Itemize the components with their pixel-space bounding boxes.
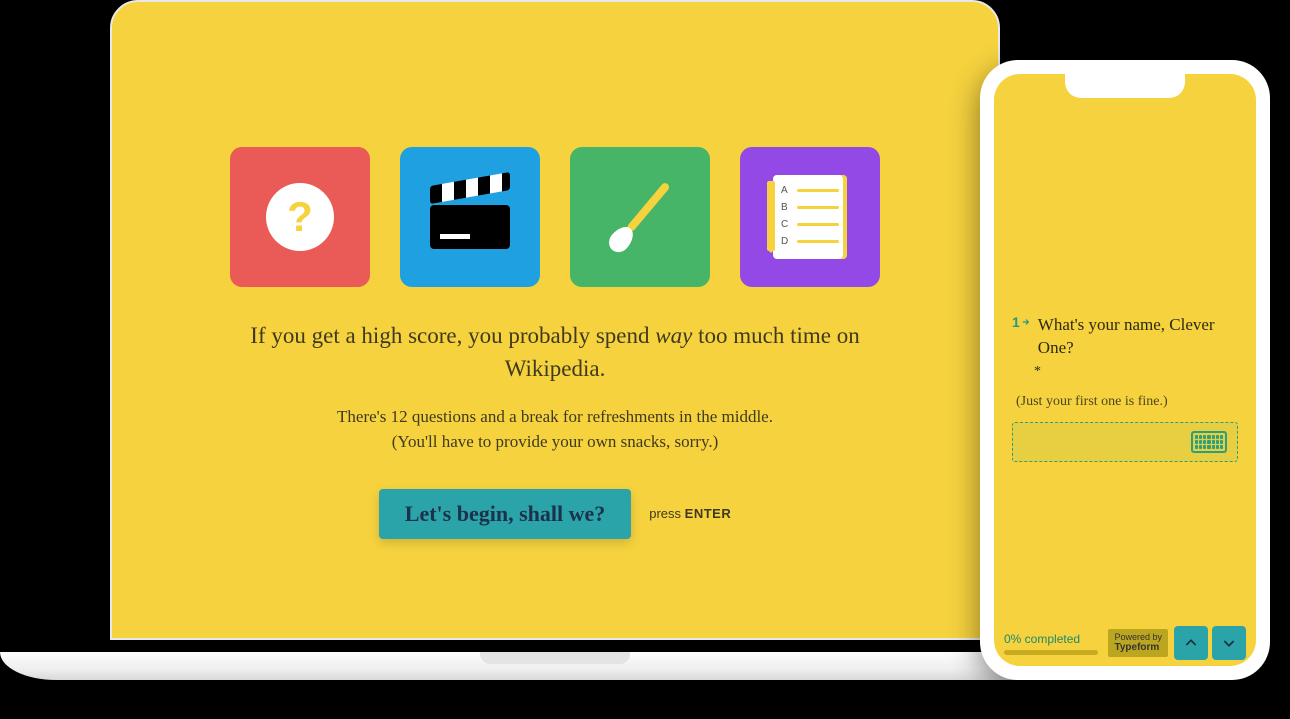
question-text: What's your name, Clever One? [1038,314,1238,360]
checklist-icon: A B C D [773,175,847,259]
arrow-right-icon [1022,318,1030,326]
headline-pre: If you get a high score, you probably sp… [250,323,655,348]
progress: 0% completed [994,632,1108,655]
laptop-screen: ? A B C D [110,0,1000,640]
phone-notch [1065,74,1185,98]
next-button[interactable] [1212,626,1246,660]
tile-checklist: A B C D [740,147,880,287]
tile-question: ? [230,147,370,287]
answer-input[interactable] [1012,422,1238,462]
progress-label: 0% completed [1004,632,1080,646]
paintbrush-icon [605,178,676,257]
headline-em: way [655,323,692,348]
icon-tile-row: ? A B C D [230,147,880,287]
phone-footer: 0% completed Powered by Typeform [994,620,1256,666]
cta-row: Let's begin, shall we? press ENTER [379,489,731,539]
headline: If you get a high score, you probably sp… [215,319,895,386]
progress-bar [1004,650,1098,655]
subcopy-line1: There's 12 questions and a break for ref… [337,407,773,426]
phone-screen: 1 What's your name, Clever One? * (Just … [994,74,1256,666]
press-enter-hint: press ENTER [649,506,731,521]
laptop-base [0,652,1110,680]
begin-button[interactable]: Let's begin, shall we? [379,489,631,539]
subcopy-line2: (You'll have to provide your own snacks,… [392,432,719,451]
chevron-down-icon [1221,635,1237,651]
question-help: (Just your first one is fine.) [1016,394,1238,410]
powered-by-badge[interactable]: Powered by Typeform [1108,629,1168,658]
question-icon: ? [266,183,334,251]
prev-button[interactable] [1174,626,1208,660]
phone-device: 1 What's your name, Clever One? * (Just … [980,60,1270,680]
tile-clapperboard [400,147,540,287]
question-block: 1 What's your name, Clever One? * (Just … [1012,314,1238,462]
required-marker: * [1034,364,1238,380]
subcopy: There's 12 questions and a break for ref… [337,404,773,455]
laptop-device: ? A B C D [110,0,1000,680]
keyboard-icon [1191,431,1227,453]
chevron-up-icon [1183,635,1199,651]
question-number: 1 [1012,314,1030,330]
tile-paintbrush [570,147,710,287]
clapperboard-icon [430,185,510,249]
